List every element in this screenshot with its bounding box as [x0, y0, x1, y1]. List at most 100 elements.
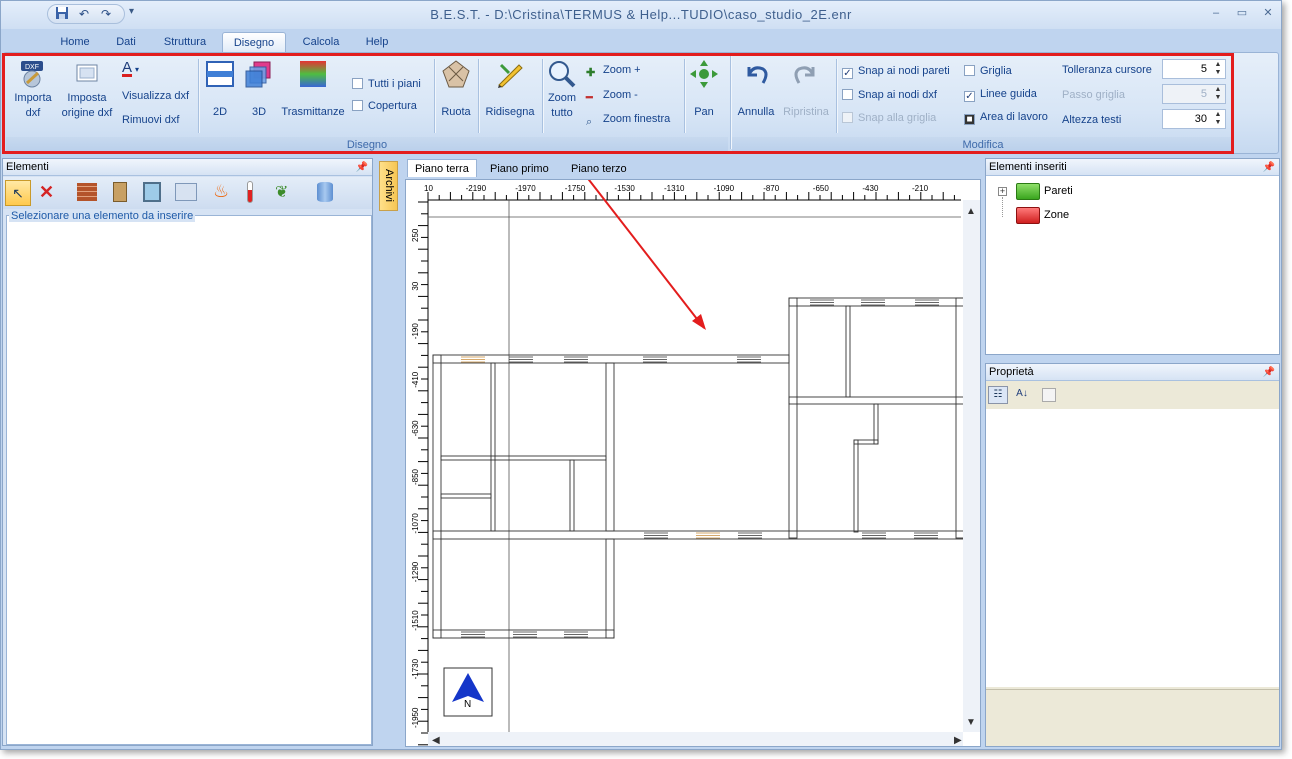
tree-expander[interactable]: + — [998, 187, 1007, 196]
passo-griglia-spinner[interactable]: 5 ▲ ▼ — [1162, 84, 1226, 104]
tutti-piani-check[interactable] — [352, 78, 363, 89]
tree-item-pareti[interactable]: Pareti — [1044, 185, 1073, 197]
pin-icon[interactable]: 📌 — [1263, 365, 1275, 381]
area-lavoro-check[interactable]: ■ — [964, 114, 975, 125]
property-pages-icon[interactable] — [1042, 388, 1056, 402]
window-symbol[interactable] — [643, 356, 667, 363]
delete-icon[interactable]: ✕ — [39, 182, 54, 203]
zoom-plus-button[interactable]: ✚ Zoom + — [586, 61, 641, 79]
linee-guida-checkbox[interactable]: ✓ Linee guida — [964, 85, 1037, 103]
rimuovi-dxf-button[interactable]: Rimuovi dxf — [122, 111, 179, 129]
trasmittanze-button[interactable]: Trasmittanze — [278, 59, 348, 118]
elementi-list[interactable]: Selezionare una elemento da inserire — [6, 210, 372, 745]
database-icon[interactable] — [317, 182, 333, 202]
fire-icon[interactable]: ♨ — [213, 181, 229, 202]
window-icon[interactable] — [143, 182, 161, 202]
tab-piano-terzo[interactable]: Piano terzo — [571, 160, 627, 178]
scroll-up-icon[interactable]: ▲ — [966, 206, 976, 217]
pin-icon[interactable]: 📌 — [1263, 160, 1275, 176]
zoom-minus-button[interactable]: ━ Zoom - — [586, 86, 638, 104]
snap-nodi-pareti-checkbox[interactable]: ✓ Snap ai nodi pareti — [842, 62, 950, 80]
property-grid[interactable] — [986, 409, 1279, 687]
area-lavoro-checkbox[interactable]: ■ Area di lavoro — [964, 108, 1048, 126]
pointer-icon[interactable]: ↖ — [5, 180, 31, 206]
tab-help[interactable]: Help — [357, 32, 397, 53]
close-button[interactable]: ✕ — [1257, 5, 1279, 21]
spin-arrows-icon[interactable]: ▲ ▼ — [1213, 61, 1223, 77]
window-symbol[interactable] — [737, 356, 761, 363]
window-symbol[interactable] — [564, 631, 588, 638]
zoom-tutto-button[interactable]: Zoom tutto — [544, 59, 580, 121]
imposta-origine-button[interactable]: Imposta origine dxf — [58, 59, 116, 121]
tab-home[interactable]: Home — [53, 32, 97, 53]
scroll-right-icon[interactable]: ▶ — [954, 735, 962, 746]
window-symbol[interactable] — [644, 532, 668, 539]
tab-piano-terra[interactable]: Piano terra — [407, 159, 477, 177]
spin-arrows-icon[interactable]: ▲ ▼ — [1213, 111, 1223, 127]
window-symbol[interactable] — [564, 356, 588, 363]
window-symbol[interactable] — [810, 299, 834, 306]
walls[interactable] — [432, 297, 965, 639]
horizontal-scrollbar[interactable] — [428, 732, 963, 746]
window-symbol[interactable] — [914, 532, 938, 539]
zone-folder-icon[interactable] — [1016, 207, 1040, 224]
visualizza-dxf-button[interactable]: Visualizza dxf — [122, 87, 189, 105]
vertical-scrollbar[interactable] — [963, 200, 980, 732]
window-symbol[interactable] — [915, 299, 939, 306]
window-symbol[interactable] — [461, 631, 485, 638]
archivi-tab[interactable]: Archivi — [379, 161, 398, 211]
tab-struttura[interactable]: Struttura — [155, 32, 215, 53]
zone-icon[interactable] — [175, 183, 197, 201]
copertura-checkbox[interactable]: Copertura — [352, 97, 417, 115]
window-symbol[interactable] — [696, 532, 720, 539]
floor-plan-canvas[interactable]: 10 -2190 -1970 -1750 -1530 -1310 -1090 -870 -650… — [406, 180, 980, 746]
tree-item-zone[interactable]: Zone — [1044, 209, 1069, 221]
griglia-check[interactable] — [964, 65, 975, 76]
ripristina-button[interactable]: Ripristina — [780, 59, 832, 118]
view-3d-button[interactable]: 3D — [242, 59, 276, 118]
tolleranza-cursore-spinner[interactable]: 5 ▲ ▼ — [1162, 59, 1226, 79]
drawing-area[interactable]: 10 -2190 -1970 -1750 -1530 -1310 -1090 -870 -650… — [405, 179, 981, 747]
window-symbol[interactable] — [509, 356, 533, 363]
importa-dxf-button[interactable]: DXF Importa dxf — [10, 59, 56, 121]
tutti-piani-checkbox[interactable]: Tutti i piani — [352, 75, 421, 93]
window-symbol[interactable] — [862, 532, 886, 539]
font-color-button[interactable]: A ▾ — [122, 59, 139, 77]
sort-az-icon[interactable]: A↓ — [1012, 386, 1032, 404]
plant-icon[interactable]: ❦ — [275, 182, 288, 202]
scroll-down-icon[interactable]: ▼ — [966, 717, 976, 728]
snap-griglia-check[interactable] — [842, 112, 853, 123]
altezza-testi-spinner[interactable]: 30 ▲ ▼ — [1162, 109, 1226, 129]
snap-griglia-checkbox[interactable]: Snap alla griglia — [842, 109, 936, 127]
pareti-folder-icon[interactable] — [1016, 183, 1040, 200]
wall-icon[interactable] — [77, 183, 97, 201]
snap-nodi-pareti-check[interactable]: ✓ — [842, 68, 853, 79]
door-icon[interactable] — [113, 182, 127, 202]
window-symbol[interactable] — [861, 299, 885, 306]
thermometer-icon[interactable] — [247, 181, 253, 203]
ruota-button[interactable]: Ruota — [438, 59, 474, 118]
ridisegna-button[interactable]: Ridisegna — [482, 59, 538, 118]
scroll-left-icon[interactable]: ◀ — [432, 735, 440, 746]
tab-piano-primo[interactable]: Piano primo — [490, 160, 549, 178]
minimize-button[interactable]: – — [1205, 5, 1227, 21]
pan-button[interactable]: Pan — [688, 59, 720, 118]
maximize-button[interactable]: ▭ — [1231, 5, 1253, 21]
zoom-finestra-button[interactable]: ⌕ Zoom finestra — [586, 110, 670, 128]
linee-guida-check[interactable]: ✓ — [964, 91, 975, 102]
tab-dati[interactable]: Dati — [105, 32, 147, 53]
snap-nodi-dxf-check[interactable] — [842, 89, 853, 100]
copertura-check[interactable] — [352, 100, 363, 111]
categorized-icon[interactable]: ☷ — [988, 386, 1008, 404]
window-symbol[interactable] — [513, 631, 537, 638]
tab-disegno[interactable]: Disegno — [222, 32, 286, 53]
pin-icon[interactable]: 📌 — [356, 160, 368, 176]
window-symbol[interactable] — [738, 532, 762, 539]
annulla-button[interactable]: Annulla — [736, 59, 776, 118]
snap-nodi-dxf-checkbox[interactable]: Snap ai nodi dxf — [842, 86, 937, 104]
window-symbol[interactable] — [461, 356, 485, 363]
griglia-checkbox[interactable]: Griglia — [964, 62, 1012, 80]
spin-arrows-icon[interactable]: ▲ ▼ — [1213, 86, 1223, 102]
tab-calcola[interactable]: Calcola — [293, 32, 349, 53]
view-2d-button[interactable]: 2D — [204, 59, 236, 118]
